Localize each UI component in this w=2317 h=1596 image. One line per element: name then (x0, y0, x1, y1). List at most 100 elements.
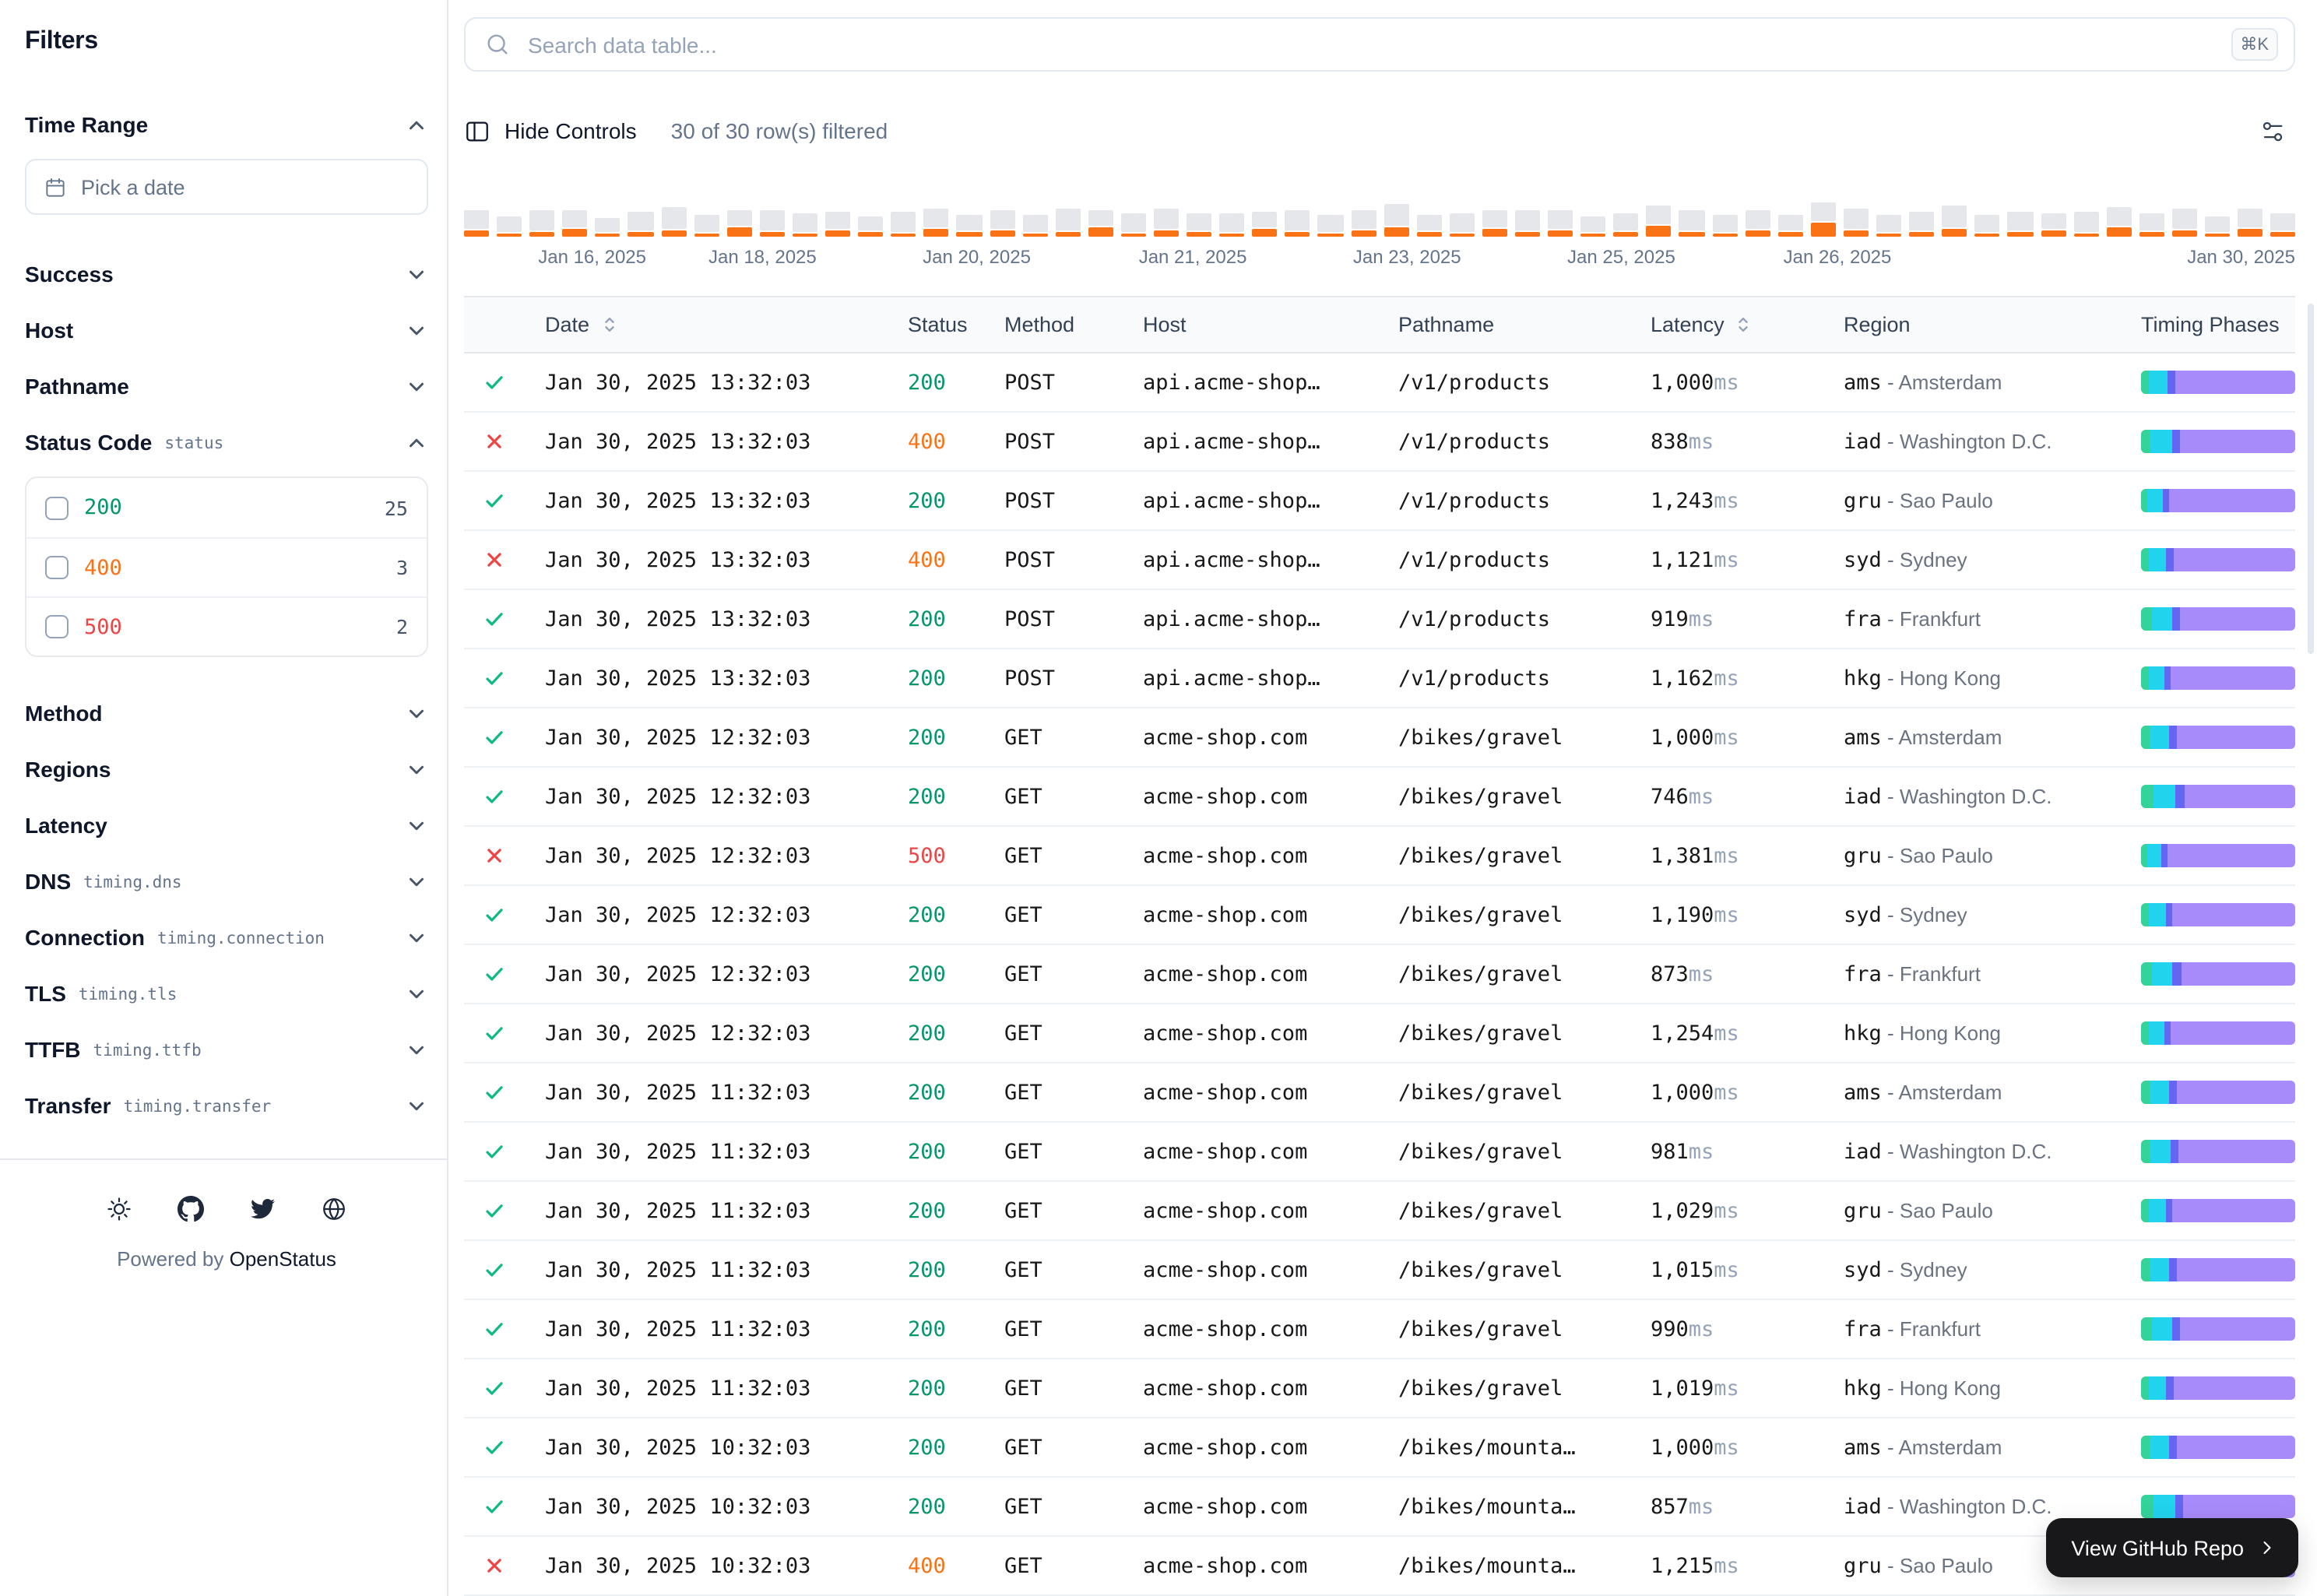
filter-section-pathname[interactable]: Pathname (25, 358, 428, 414)
timeline-bar[interactable] (1942, 196, 1967, 237)
website-link[interactable] (320, 1194, 348, 1222)
timeline-bar[interactable] (1121, 196, 1146, 237)
timeline-bar[interactable] (563, 196, 588, 237)
table-row[interactable]: Jan 30, 2025 10:32:03 400 GET acme-shop.… (464, 1537, 2295, 1596)
timeline-bar[interactable] (2139, 196, 2164, 237)
timeline-bar[interactable] (2106, 196, 2131, 237)
table-row[interactable]: Jan 30, 2025 10:32:03 200 GET acme-shop.… (464, 1418, 2295, 1478)
scrollbar-thumb[interactable] (2308, 304, 2314, 654)
filter-section-tls[interactable]: TLS timing.tls (25, 965, 428, 1021)
timeline-bar[interactable] (1482, 196, 1507, 237)
timeline-bar[interactable] (596, 196, 621, 237)
table-row[interactable]: Jan 30, 2025 13:32:03 200 POST api.acme-… (464, 649, 2295, 708)
table-row[interactable]: Jan 30, 2025 13:32:03 400 POST api.acme-… (464, 531, 2295, 590)
timeline-bar[interactable] (1285, 196, 1310, 237)
table-row[interactable]: Jan 30, 2025 12:32:03 200 GET acme-shop.… (464, 768, 2295, 827)
timeline-bar[interactable] (1909, 196, 1934, 237)
timeline-bar[interactable] (2205, 196, 2230, 237)
table-row[interactable]: Jan 30, 2025 12:32:03 200 GET acme-shop.… (464, 886, 2295, 945)
timeline-bar[interactable] (2238, 196, 2263, 237)
timeline-bar[interactable] (1055, 196, 1080, 237)
timeline-bar[interactable] (1022, 196, 1047, 237)
table-row[interactable]: Jan 30, 2025 11:32:03 200 GET acme-shop.… (464, 1182, 2295, 1241)
status-code-option[interactable]: 400 3 (26, 537, 427, 596)
timeline-bar[interactable] (464, 196, 489, 237)
timeline-bar[interactable] (760, 196, 785, 237)
timeline-bar[interactable] (2073, 196, 2098, 237)
filter-section-latency[interactable]: Latency (25, 797, 428, 853)
timeline-bar[interactable] (1778, 196, 1803, 237)
timeline-bar[interactable] (1614, 196, 1639, 237)
timeline-bar[interactable] (1745, 196, 1770, 237)
timeline-bar[interactable] (1515, 196, 1540, 237)
checkbox[interactable] (45, 556, 69, 579)
timeline-bar[interactable] (694, 196, 719, 237)
table-row[interactable]: Jan 30, 2025 13:32:03 200 POST api.acme-… (464, 353, 2295, 413)
table-row[interactable]: Jan 30, 2025 11:32:03 200 GET acme-shop.… (464, 1300, 2295, 1359)
timeline-bar[interactable] (1647, 196, 1672, 237)
table-row[interactable]: Jan 30, 2025 11:32:03 200 GET acme-shop.… (464, 1063, 2295, 1123)
filter-section-dns[interactable]: DNS timing.dns (25, 853, 428, 909)
search-input[interactable] (525, 30, 2217, 58)
timeline-bar[interactable] (1416, 196, 1441, 237)
table-row[interactable]: Jan 30, 2025 11:32:03 200 GET acme-shop.… (464, 1241, 2295, 1300)
timeline-bar[interactable] (1384, 196, 1408, 237)
column-header-date[interactable]: Date (526, 313, 889, 336)
table-row[interactable]: Jan 30, 2025 12:32:03 200 GET acme-shop.… (464, 708, 2295, 768)
timeline-bar[interactable] (1450, 196, 1475, 237)
timeline-bar[interactable] (529, 196, 554, 237)
timeline-bar[interactable] (1580, 196, 1605, 237)
timeline-bar[interactable] (825, 196, 850, 237)
filter-section-regions[interactable]: Regions (25, 741, 428, 797)
timeline-bar[interactable] (924, 196, 949, 237)
timeline-bar[interactable] (1712, 196, 1737, 237)
timeline-bar[interactable] (1844, 196, 1869, 237)
filter-section-host[interactable]: Host (25, 302, 428, 358)
timeline-bar[interactable] (891, 196, 916, 237)
timeline-bar[interactable] (1187, 196, 1211, 237)
table-row[interactable]: Jan 30, 2025 12:32:03 500 GET acme-shop.… (464, 827, 2295, 886)
timeline-bar[interactable] (1876, 196, 1901, 237)
filter-section-connection[interactable]: Connection timing.connection (25, 909, 428, 965)
filter-section-transfer[interactable]: Transfer timing.transfer (25, 1077, 428, 1134)
filter-section-status-code[interactable]: Status Code status (25, 414, 428, 470)
table-row[interactable]: Jan 30, 2025 12:32:03 200 GET acme-shop.… (464, 945, 2295, 1004)
timeline-bar[interactable] (1975, 196, 2000, 237)
filter-section-ttfb[interactable]: TTFB timing.ttfb (25, 1021, 428, 1077)
timeline-bar[interactable] (727, 196, 752, 237)
timeline-bar[interactable] (858, 196, 883, 237)
filter-section-success[interactable]: Success (25, 246, 428, 302)
timeline-bar[interactable] (661, 196, 686, 237)
timeline-bar[interactable] (1253, 196, 1278, 237)
status-code-option[interactable]: 200 25 (26, 478, 427, 537)
column-header-latency[interactable]: Latency (1632, 313, 1825, 336)
theme-toggle-button[interactable] (105, 1194, 133, 1222)
date-picker-input[interactable]: Pick a date (25, 159, 428, 215)
table-row[interactable]: Jan 30, 2025 11:32:03 200 GET acme-shop.… (464, 1123, 2295, 1182)
timeline-bar[interactable] (2008, 196, 2033, 237)
openstatus-link[interactable]: OpenStatus (230, 1247, 336, 1271)
timeline-bar[interactable] (1548, 196, 1573, 237)
timeline-bar[interactable] (1811, 196, 1836, 237)
timeline-bar[interactable] (1154, 196, 1179, 237)
timeline-bar[interactable] (1219, 196, 1244, 237)
timeline-bar[interactable] (1679, 196, 1704, 237)
twitter-link[interactable] (248, 1194, 276, 1222)
table-row[interactable]: Jan 30, 2025 13:32:03 200 POST api.acme-… (464, 590, 2295, 649)
checkbox[interactable] (45, 496, 69, 519)
timeline-bar[interactable] (990, 196, 1014, 237)
timeline-bar[interactable] (2041, 196, 2066, 237)
table-row[interactable]: Jan 30, 2025 13:32:03 400 POST api.acme-… (464, 413, 2295, 472)
filter-section-method[interactable]: Method (25, 685, 428, 741)
timeline-bar[interactable] (2172, 196, 2197, 237)
hide-controls-button[interactable]: Hide Controls (464, 118, 637, 144)
timeline-bar[interactable] (1318, 196, 1343, 237)
timeline-bar[interactable] (2270, 196, 2295, 237)
timeline-bar[interactable] (628, 196, 653, 237)
table-row[interactable]: Jan 30, 2025 13:32:03 200 POST api.acme-… (464, 472, 2295, 531)
table-row[interactable]: Jan 30, 2025 12:32:03 200 GET acme-shop.… (464, 1004, 2295, 1063)
timeline-bar[interactable] (497, 196, 522, 237)
table-row[interactable]: Jan 30, 2025 11:32:03 200 GET acme-shop.… (464, 1359, 2295, 1418)
timeline-bar[interactable] (793, 196, 817, 237)
filter-section-time-range[interactable]: Time Range (25, 97, 428, 153)
